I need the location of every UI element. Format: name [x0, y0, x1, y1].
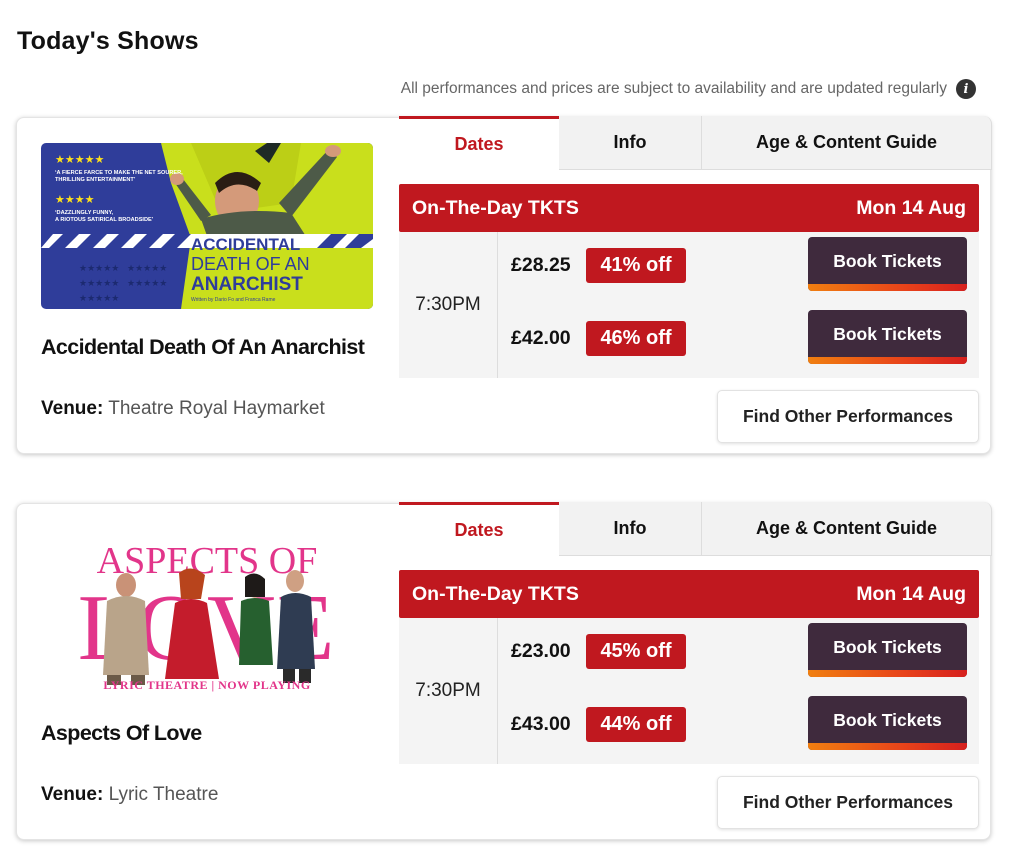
book-tickets-button[interactable]: Book Tickets: [808, 623, 967, 677]
show-poster[interactable]: ASPECTS OF LOVE LYRIC THEATRE | NOW PL: [41, 529, 373, 695]
poster-stars-row: ★★★★★: [79, 264, 119, 274]
price-row: £42.00 46% off Book Tickets: [498, 305, 979, 378]
poster-quote-2a: ‘DAZZLINGLY FUNNY,: [55, 210, 114, 216]
tkts-banner: On-The-Day TKTS Mon 14 Aug: [399, 184, 979, 232]
poster-quote-2b: A RIOTOUS SATIRICAL BROADSIDE’: [55, 217, 154, 223]
poster-title-1: ACCIDENTAL: [191, 235, 300, 254]
page-title: Today's Shows: [17, 27, 199, 55]
poster-stars-mid: ★★★★: [55, 193, 95, 206]
tkts-banner-date: Mon 14 Aug: [856, 582, 966, 605]
ticket-price: £23.00: [511, 640, 571, 662]
accidental-death-poster-image: ★★★★★ ‘A FIERCE FARCE TO MAKE THE NET SO…: [41, 143, 373, 309]
show-tabs: Dates Info Age & Content Guide: [399, 502, 992, 556]
tab-dates[interactable]: Dates: [399, 502, 559, 556]
tab-age-content-guide[interactable]: Age & Content Guide: [702, 116, 992, 170]
show-title[interactable]: Accidental Death Of An Anarchist: [41, 335, 365, 360]
poster-title-2: DEATH OF AN: [191, 254, 310, 274]
show-card: ★★★★★ ‘A FIERCE FARCE TO MAKE THE NET SO…: [16, 116, 992, 454]
tab-info[interactable]: Info: [559, 502, 702, 556]
poster-stars-row-4: ★★★★★: [127, 279, 167, 289]
book-tickets-button[interactable]: Book Tickets: [808, 310, 967, 364]
ticket-price: £43.00: [511, 713, 571, 735]
tkts-banner-label: On-The-Day TKTS: [412, 582, 579, 605]
performance-time: 7:30PM: [399, 618, 498, 764]
ticket-price: £28.25: [511, 254, 571, 276]
availability-notice: All performances and prices are subject …: [401, 79, 976, 99]
performance-time: 7:30PM: [399, 232, 498, 378]
poster-stars-row-2: ★★★★★: [127, 264, 167, 274]
venue: Venue: Theatre Royal Haymarket: [41, 398, 325, 420]
ticket-price: £42.00: [511, 327, 571, 349]
info-icon[interactable]: i: [956, 79, 976, 99]
poster-credit: Written by Dario Fo and Franca Rame: [191, 297, 276, 303]
tkts-banner: On-The-Day TKTS Mon 14 Aug: [399, 570, 979, 618]
venue-label: Venue:: [41, 398, 104, 419]
discount-badge: 45% off: [586, 634, 686, 669]
show-poster[interactable]: ★★★★★ ‘A FIERCE FARCE TO MAKE THE NET SO…: [41, 143, 373, 309]
poster-footer: LYRIC THEATRE | NOW PLAYING: [103, 678, 310, 692]
venue-name: Theatre Royal Haymarket: [108, 398, 325, 419]
book-tickets-button[interactable]: Book Tickets: [808, 237, 967, 291]
tab-info[interactable]: Info: [559, 116, 702, 170]
poster-quote-1b: THRILLING ENTERTAINMENT’: [55, 177, 136, 183]
discount-badge: 41% off: [586, 248, 686, 283]
tab-dates[interactable]: Dates: [399, 116, 559, 170]
book-tickets-button[interactable]: Book Tickets: [808, 696, 967, 750]
price-row: £43.00 44% off Book Tickets: [498, 691, 979, 764]
tab-age-content-guide[interactable]: Age & Content Guide: [702, 502, 992, 556]
price-row: £28.25 41% off Book Tickets: [498, 232, 979, 305]
discount-badge: 44% off: [586, 707, 686, 742]
venue-label: Venue:: [41, 784, 104, 805]
aspects-of-love-poster-image: ASPECTS OF LOVE LYRIC THEATRE | NOW PL: [41, 529, 373, 695]
poster-stars-row-3: ★★★★★: [79, 279, 119, 289]
tkts-banner-date: Mon 14 Aug: [856, 196, 966, 219]
performance-block: 7:30PM £23.00 45% off Book Tickets £43.0…: [399, 618, 979, 764]
performance-block: 7:30PM £28.25 41% off Book Tickets £42.0…: [399, 232, 979, 378]
find-other-performances-button[interactable]: Find Other Performances: [717, 390, 979, 443]
availability-notice-text: All performances and prices are subject …: [400, 80, 947, 97]
poster-quote-1a: ‘A FIERCE FARCE TO MAKE THE NET SOURER,: [55, 170, 183, 176]
price-row: £23.00 45% off Book Tickets: [498, 618, 979, 691]
find-other-performances-button[interactable]: Find Other Performances: [717, 776, 979, 829]
show-card: ASPECTS OF LOVE LYRIC THEATRE | NOW PL: [16, 502, 992, 840]
discount-badge: 46% off: [586, 321, 686, 356]
poster-stars-top: ★★★★★: [55, 153, 104, 166]
venue: Venue: Lyric Theatre: [41, 784, 218, 806]
show-title[interactable]: Aspects Of Love: [41, 721, 202, 746]
tkts-banner-label: On-The-Day TKTS: [412, 196, 579, 219]
venue-name: Lyric Theatre: [108, 784, 219, 805]
show-tabs: Dates Info Age & Content Guide: [399, 116, 992, 170]
poster-stars-row-5: ★★★★★: [79, 294, 119, 304]
poster-title-3: ANARCHIST: [191, 274, 303, 295]
